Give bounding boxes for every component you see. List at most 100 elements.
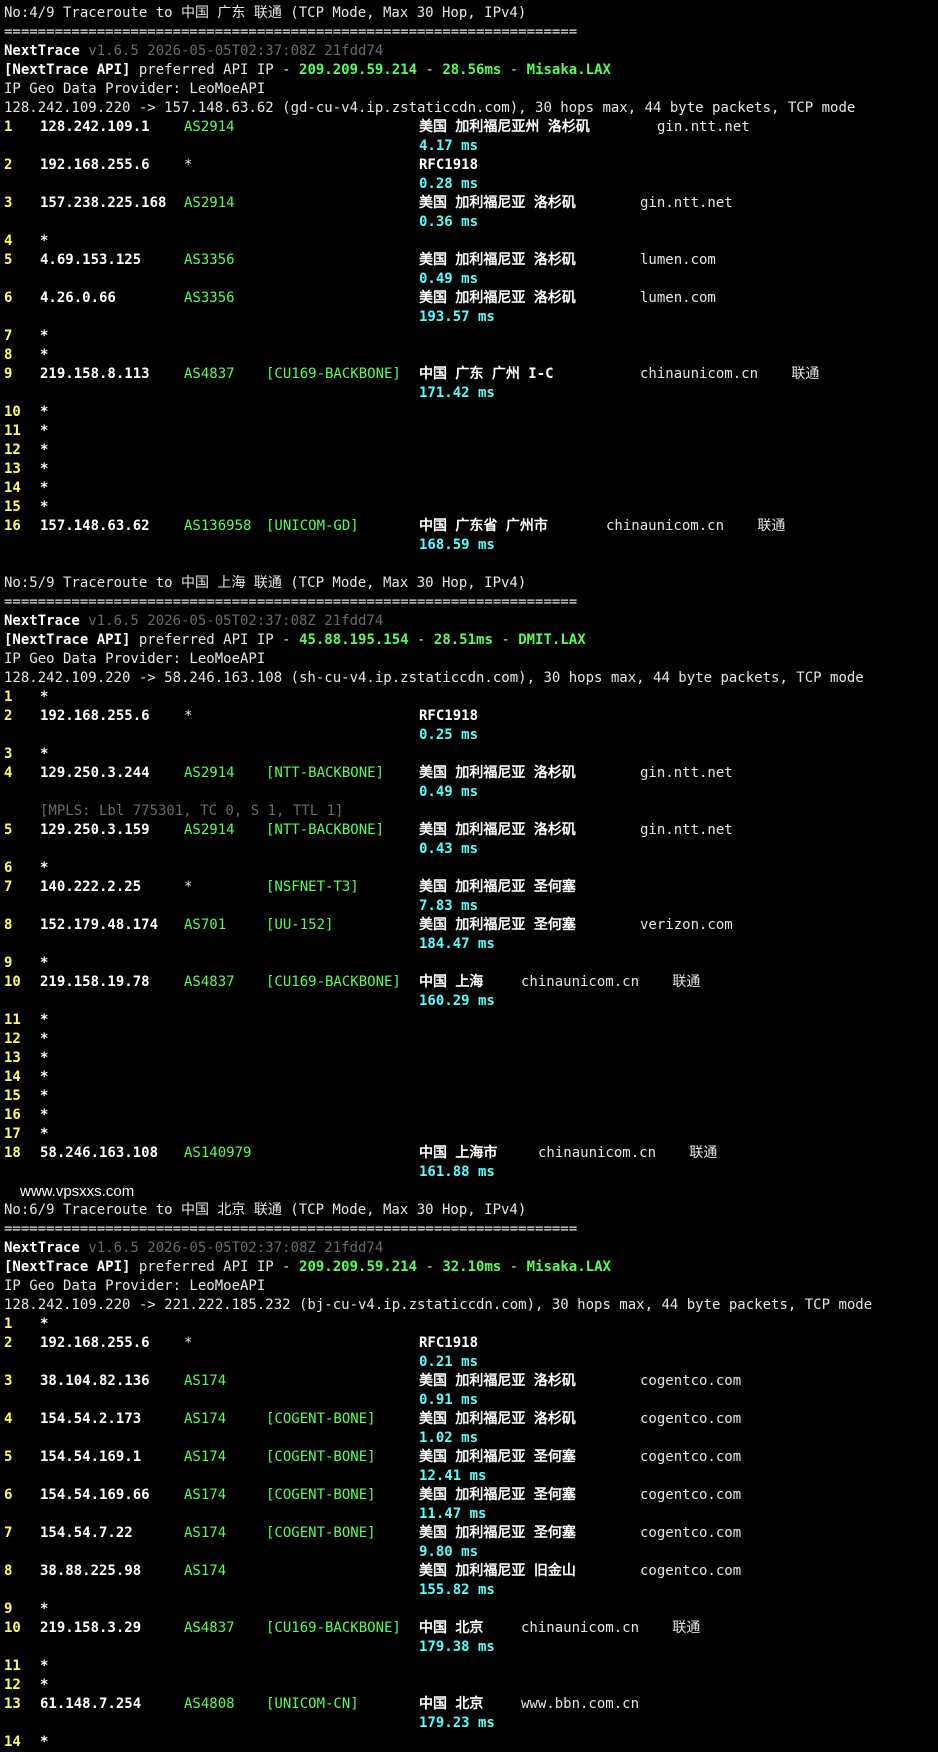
hop-row: 9 *: [4, 954, 938, 973]
hop-rtt: 160.29 ms: [419, 993, 495, 1009]
hop-row: 2 192.168.255.6 * RFC1918: [4, 156, 938, 175]
hop-asn: AS2914: [184, 765, 235, 781]
hop-rtt: 155.82 ms: [419, 1582, 495, 1598]
hop-domain: cogentco.com: [640, 1487, 742, 1503]
separator: ========================================…: [4, 1221, 578, 1237]
hop-number: 11: [4, 423, 21, 439]
hop-tag: [COGENT-BONE]: [266, 1411, 376, 1427]
api-dash: -: [501, 62, 527, 78]
hop-asn: *: [184, 1335, 193, 1351]
hop-mpls-row: [MPLS: Lbl 775301, TC 0, S 1, TTL 1]: [4, 802, 938, 821]
hop-number: 13: [4, 461, 21, 477]
hop-rtt-row: 0.28 ms: [4, 175, 938, 194]
hop-ip: *: [40, 480, 49, 496]
separator: ========================================…: [4, 24, 578, 40]
hop-rtt: 7.83 ms: [419, 898, 479, 914]
hop-row: 13 *: [4, 460, 938, 479]
hop-domain: cogentco.com: [640, 1563, 742, 1579]
hop-row: 7 154.54.7.22 AS174 [COGENT-BONE] 美国 加利福尼亚 圣…: [4, 1524, 938, 1543]
hop-number: 3: [4, 195, 13, 211]
hop-number: 12: [4, 1031, 21, 1047]
hop-rtt: 193.57 ms: [419, 309, 495, 325]
geo-provider: IP Geo Data Provider: LeoMoeAPI: [4, 1277, 938, 1296]
hop-row: 2 192.168.255.6 * RFC1918: [4, 1334, 938, 1353]
hop-domain: cogentco.com: [640, 1525, 742, 1541]
hop-number: 6: [4, 860, 13, 876]
route-line: 128.242.109.220 -> 58.246.163.108 (sh-cu…: [4, 669, 938, 688]
api-text: preferred API IP -: [130, 632, 300, 648]
hop-rtt-row: 1.02 ms: [4, 1429, 938, 1448]
hop-geo: 美国 加利福尼亚州 洛杉矶: [419, 119, 590, 135]
hop-row: 8 152.179.48.174 AS701 [UU-152] 美国 加利福尼亚 圣何塞…: [4, 916, 938, 935]
hop-rtt: 0.91 ms: [419, 1392, 479, 1408]
hop-geo: 美国 加利福尼亚 洛杉矶: [419, 252, 576, 268]
api-ip: 209.209.59.214: [299, 1259, 418, 1275]
hop-ip: *: [40, 1658, 49, 1674]
hop-number: 13: [4, 1696, 21, 1712]
hop-ip: *: [40, 1107, 49, 1123]
hop-rtt-row: 12.41 ms: [4, 1467, 938, 1486]
hop-domain: gin.ntt.net: [640, 765, 733, 781]
watermark-line: www.vpsxxs.com: [4, 1182, 938, 1201]
hop-number: 11: [4, 1012, 21, 1028]
hop-row: 3 38.104.82.136 AS174 美国 加利福尼亚 洛杉矶 cogentco.…: [4, 1372, 938, 1391]
separator: ========================================…: [4, 593, 938, 612]
hop-rtt-row: 193.57 ms: [4, 308, 938, 327]
hop-ip: *: [40, 442, 49, 458]
hop-rtt: 184.47 ms: [419, 936, 495, 952]
hop-ip: 192.168.255.6: [40, 1335, 150, 1351]
hop-row: 11 *: [4, 422, 938, 441]
api-dash: -: [501, 1259, 527, 1275]
hop-ip: 154.54.2.173: [40, 1411, 142, 1427]
hop-ip: 219.158.3.29: [40, 1620, 142, 1636]
hop-domain: cogentco.com: [640, 1411, 742, 1427]
hop-row: 16 157.148.63.62 AS136958 [UNICOM-GD] 中国 广东省…: [4, 517, 938, 536]
hop-rtt: 0.36 ms: [419, 214, 479, 230]
hop-row: 13 61.148.7.254 AS4808 [UNICOM-CN] 中国 北京 www.…: [4, 1695, 938, 1714]
hop-row: 18 58.246.163.108 AS140979 中国 上海市 chinaunico…: [4, 1144, 938, 1163]
hop-ip: 154.54.169.66: [40, 1487, 150, 1503]
hop-isp: 联通: [672, 1620, 701, 1636]
hop-rtt: 0.49 ms: [419, 271, 479, 287]
hop-ip: *: [40, 1316, 49, 1332]
hop-rtt-row: 168.59 ms: [4, 536, 938, 555]
hop-ip: *: [40, 328, 49, 344]
hop-isp: 联通: [757, 518, 786, 534]
hop-rtt-row: 0.49 ms: [4, 783, 938, 802]
hop-domain: gin.ntt.net: [657, 119, 750, 135]
hop-mpls: [MPLS: Lbl 775301, TC 0, S 1, TTL 1]: [40, 803, 344, 819]
api-text: preferred API IP -: [130, 1259, 300, 1275]
hop-ip: *: [40, 1050, 49, 1066]
hop-asn: AS4837: [184, 1620, 235, 1636]
geo-provider: IP Geo Data Provider: LeoMoeAPI: [4, 650, 938, 669]
hop-number: 11: [4, 1658, 21, 1674]
hop-asn: *: [184, 157, 193, 173]
hop-domain: gin.ntt.net: [640, 195, 733, 211]
hop-rtt-row: 0.49 ms: [4, 270, 938, 289]
hop-geo: 美国 加利福尼亚 洛杉矶: [419, 195, 576, 211]
hop-number: 2: [4, 157, 13, 173]
hop-tag: [UNICOM-CN]: [266, 1696, 359, 1712]
trace-title: No:6/9 Traceroute to 中国 北京 联通 (TCP Mode,…: [4, 1201, 938, 1220]
hop-domain: chinaunicom.cn: [606, 518, 725, 534]
hop-row: 12 *: [4, 441, 938, 460]
hop-geo: 美国 加利福尼亚 圣何塞: [419, 1525, 576, 1541]
hop-asn: AS174: [184, 1525, 227, 1541]
hop-geo: RFC1918: [419, 708, 479, 724]
hop-tag: [UNICOM-GD]: [266, 518, 359, 534]
hop-row: 15 *: [4, 1087, 938, 1106]
hop-ip: 154.54.169.1: [40, 1449, 142, 1465]
hop-row: 3 *: [4, 745, 938, 764]
hop-rtt: 0.49 ms: [419, 784, 479, 800]
hop-row: 4 154.54.2.173 AS174 [COGENT-BONE] 美国 加利福尼亚 …: [4, 1410, 938, 1429]
hop-ip: 61.148.7.254: [40, 1696, 142, 1712]
hop-ip: 219.158.8.113: [40, 366, 150, 382]
hop-asn: AS136958: [184, 518, 252, 534]
hop-asn: AS4808: [184, 1696, 235, 1712]
hop-ip: *: [40, 233, 49, 249]
hop-number: 15: [4, 1088, 21, 1104]
hop-rtt-row: 0.36 ms: [4, 213, 938, 232]
hop-ip: 4.69.153.125: [40, 252, 142, 268]
api-label: [NextTrace API]: [4, 632, 131, 648]
hop-asn: AS174: [184, 1373, 227, 1389]
